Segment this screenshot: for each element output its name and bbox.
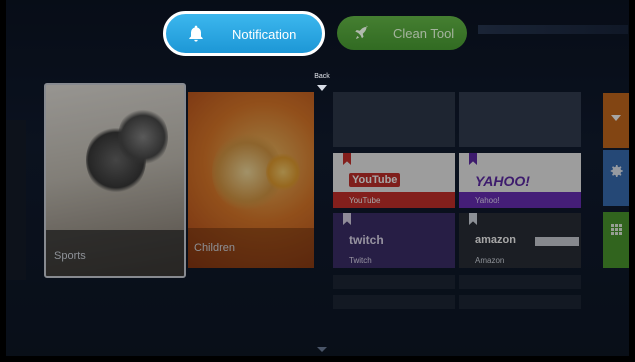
sports-label: Sports [54,250,86,262]
twitch-label: Twitch [349,256,372,265]
gear-icon [610,165,623,177]
scroll-down-icon[interactable] [317,347,327,352]
bookmark-icon [343,213,351,225]
lower-row-1 [333,275,455,289]
app-tile-top-left[interactable] [333,92,455,147]
amazon-tile[interactable]: amazon Amazon [459,213,581,268]
settings-tile[interactable] [603,150,629,206]
twitch-tile[interactable]: twitch Twitch [333,213,455,268]
notification-label: Notification [232,27,297,42]
home-screen: Sports Children YouTube YouTube YAHOO! Y… [0,0,635,362]
bookmark-icon [469,153,477,165]
children-label: Children [194,242,235,254]
left-offscreen-tile[interactable] [6,120,26,280]
bottom-edge [0,356,635,362]
bell-icon [189,25,203,42]
grid-icon [611,224,623,236]
top-right-tile[interactable] [603,93,629,148]
youtube-tile[interactable]: YouTube YouTube [333,153,455,208]
youtube-logo: YouTube [349,173,401,187]
youtube-label: YouTube [349,196,381,205]
right-edge [629,0,635,362]
children-character-figure-2 [266,152,300,192]
lower-row-3 [333,295,455,309]
bookmark-icon [343,153,351,165]
notification-button[interactable]: Notification [163,11,325,56]
yahoo-logo: YAHOO! [475,173,530,189]
chevron-down-icon [611,115,621,121]
sports-player-figure-2 [118,107,168,167]
apps-tile[interactable] [603,212,629,268]
children-tile[interactable]: Children [188,92,314,268]
left-edge [0,0,6,362]
app-tile-top-right[interactable] [459,92,581,147]
twitch-logo: twitch [349,233,384,247]
rocket-icon [355,25,368,39]
back-label[interactable]: Back [311,73,333,80]
amazon-logo: amazon [475,234,516,246]
back-arrow-icon[interactable] [317,85,327,91]
yahoo-label: Yahoo! [475,196,500,205]
clean-tool-label: Clean Tool [393,26,455,41]
sports-tile[interactable]: Sports [44,83,186,278]
amazon-label: Amazon [475,256,505,265]
header-faint-text [478,25,628,34]
lower-row-4 [459,295,581,309]
yahoo-tile[interactable]: YAHOO! Yahoo! [459,153,581,208]
bookmark-icon [469,213,477,225]
clean-tool-button[interactable]: Clean Tool [337,16,467,50]
amazon-search-bar [535,237,579,246]
lower-row-2 [459,275,581,289]
